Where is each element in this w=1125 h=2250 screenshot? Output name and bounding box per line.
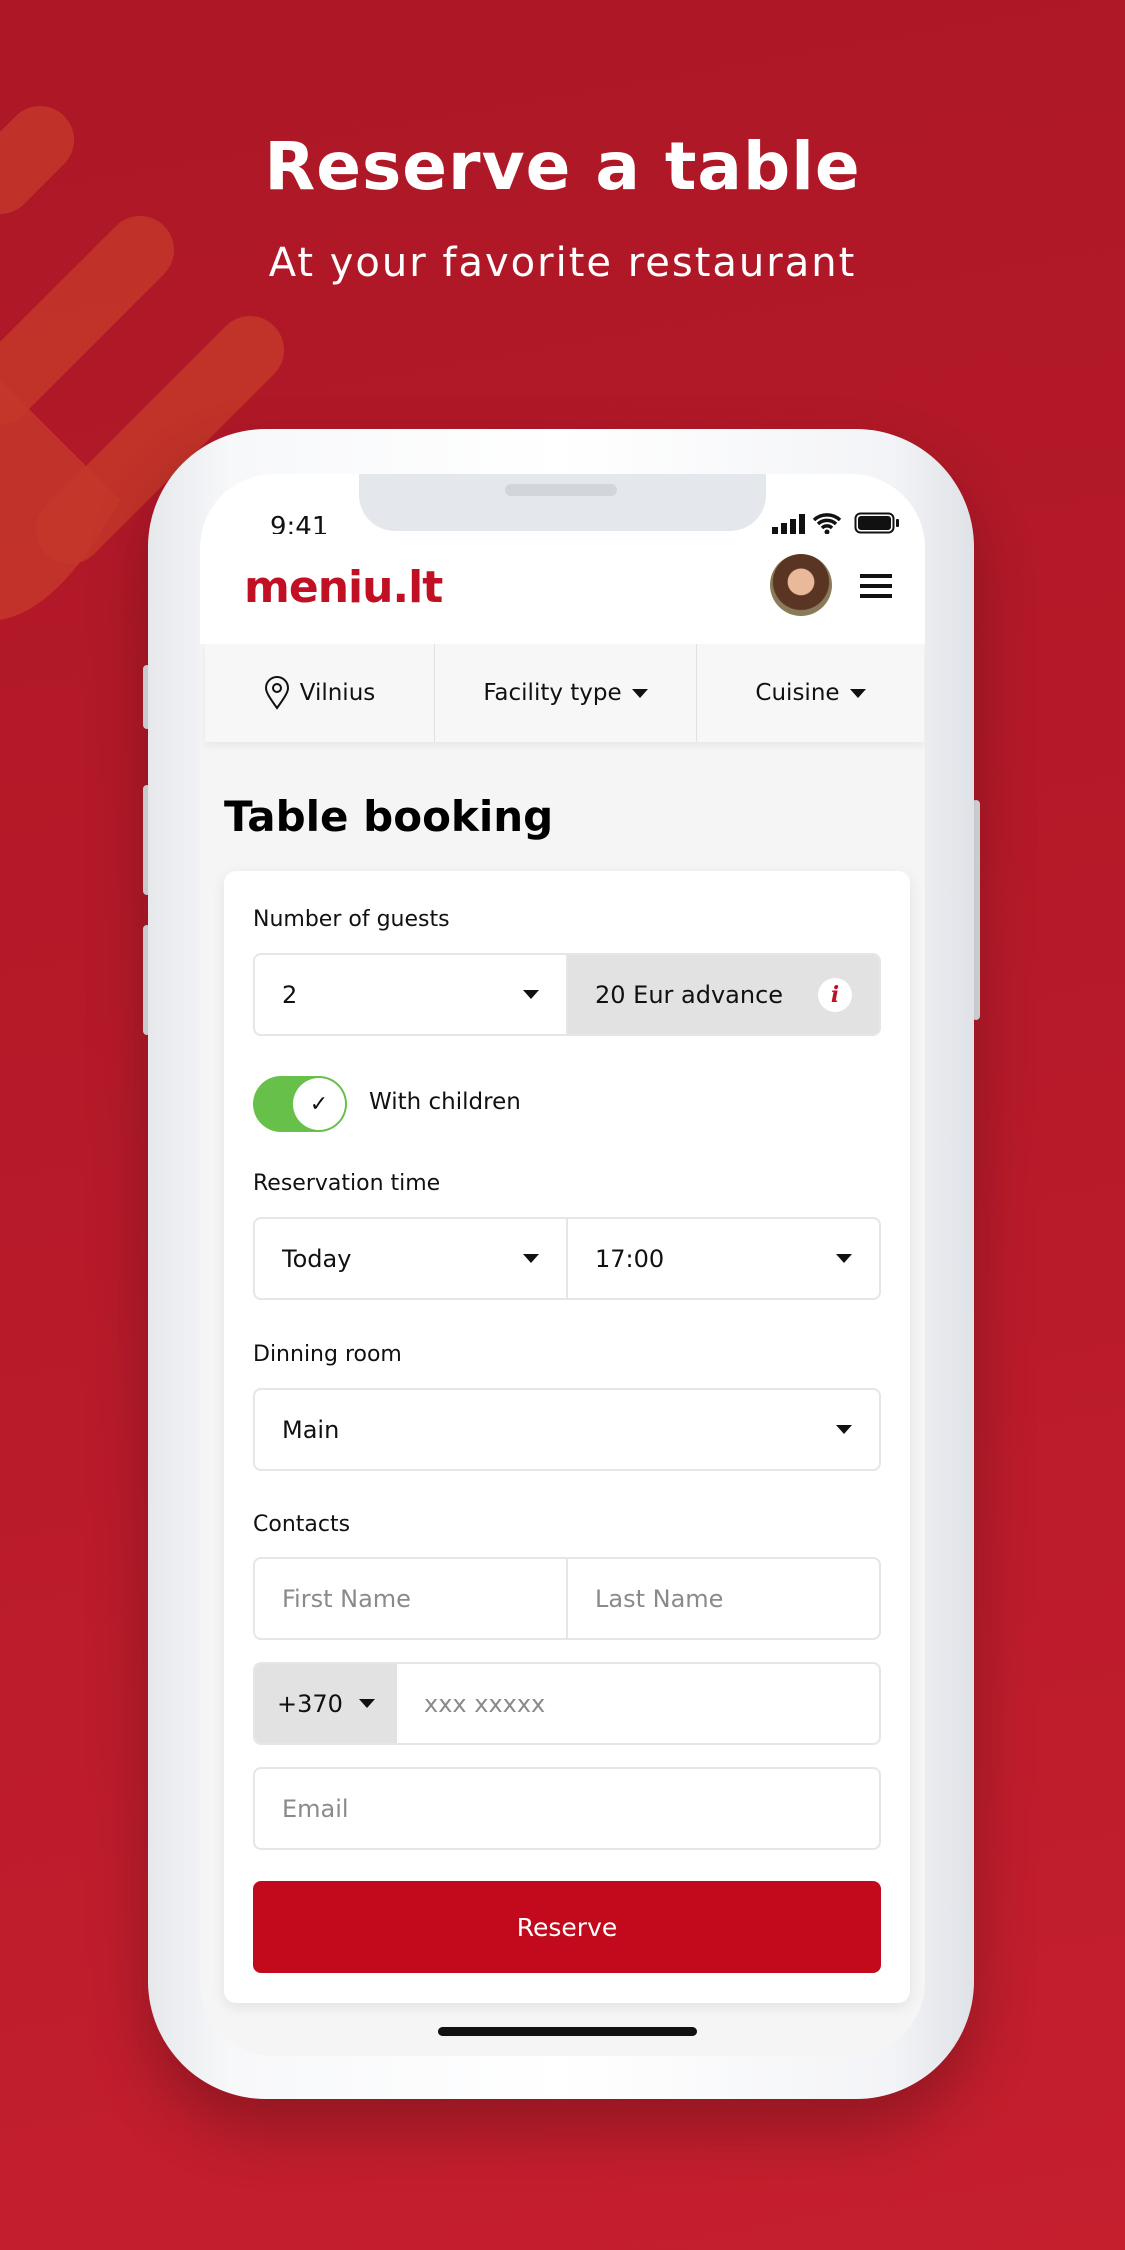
caret-down-icon (836, 1254, 852, 1263)
caret-down-icon (849, 688, 866, 698)
avatar[interactable] (770, 554, 832, 616)
phone-field: +370 xxx xxxxx (253, 1662, 881, 1745)
advance-info: 20 Eur advance i (566, 955, 879, 1034)
page-title: Table booking (224, 792, 554, 841)
app-header: meniu.lt (200, 534, 925, 644)
children-toggle[interactable]: ✓ (253, 1076, 347, 1132)
info-icon[interactable]: i (818, 977, 852, 1012)
time-select[interactable]: 17:00 (566, 1219, 879, 1298)
caret-down-icon (523, 990, 539, 999)
name-fields: First Name Last Name (253, 1557, 881, 1640)
filter-bar: Vilnius Facility type Cuisine (205, 644, 924, 742)
children-label: With children (369, 1089, 521, 1115)
dining-room-select[interactable]: Main (253, 1388, 881, 1471)
day-select[interactable]: Today (255, 1219, 566, 1298)
filter-city-label: Vilnius (299, 680, 376, 706)
guests-label: Number of guests (253, 907, 450, 932)
booking-form: Number of guests 2 20 Eur advance i ✓ Wit… (224, 871, 910, 2003)
phone-prefix: +370 (277, 1689, 343, 1718)
first-name-input[interactable]: First Name (255, 1559, 566, 1638)
filter-cuisine-label: Cuisine (755, 680, 840, 706)
reservation-time-label: Reservation time (253, 1171, 441, 1196)
location-pin-icon (264, 676, 289, 710)
logo[interactable]: meniu.lt (244, 562, 443, 613)
caret-down-icon (631, 688, 648, 698)
guests-select[interactable]: 2 (255, 955, 566, 1034)
menu-icon[interactable] (860, 574, 892, 598)
day-value: Today (282, 1244, 352, 1273)
caret-down-icon (359, 1699, 375, 1708)
guests-value: 2 (282, 980, 298, 1009)
dining-room-label: Dinning room (253, 1342, 402, 1367)
speaker (505, 484, 617, 496)
reservation-time-field: Today 17:00 (253, 1217, 881, 1300)
home-indicator (438, 2027, 697, 2036)
hero-subtitle: At your favorite restaurant (268, 240, 857, 286)
advance-text: 20 Eur advance (595, 980, 784, 1009)
last-name-input[interactable]: Last Name (566, 1559, 879, 1638)
caret-down-icon (523, 1254, 539, 1263)
filter-cuisine[interactable]: Cuisine (697, 644, 924, 742)
phone-screen: 9:41 meniu.lt Vilnius Facility type Cuis… (200, 474, 925, 2056)
wifi-icon (812, 513, 842, 534)
hero-title: Reserve a table (264, 128, 861, 205)
contacts-label: Contacts (253, 1512, 351, 1537)
filter-facility-type[interactable]: Facility type (435, 644, 697, 742)
phone-input[interactable]: xxx xxxxx (397, 1664, 879, 1743)
notch (359, 474, 766, 531)
time-value: 17:00 (595, 1244, 665, 1273)
filter-city[interactable]: Vilnius (205, 644, 435, 742)
email-placeholder: Email (282, 1794, 349, 1823)
check-icon: ✓ (293, 1078, 345, 1130)
battery-icon (854, 512, 899, 534)
reserve-button[interactable]: Reserve (253, 1881, 881, 1973)
dining-room-value: Main (282, 1415, 340, 1444)
email-input[interactable]: Email (253, 1767, 881, 1850)
phone-prefix-select[interactable]: +370 (255, 1664, 397, 1743)
signal-icon (772, 514, 805, 534)
guests-field: 2 20 Eur advance i (253, 953, 881, 1036)
caret-down-icon (836, 1425, 852, 1434)
filter-facility-label: Facility type (483, 680, 622, 706)
